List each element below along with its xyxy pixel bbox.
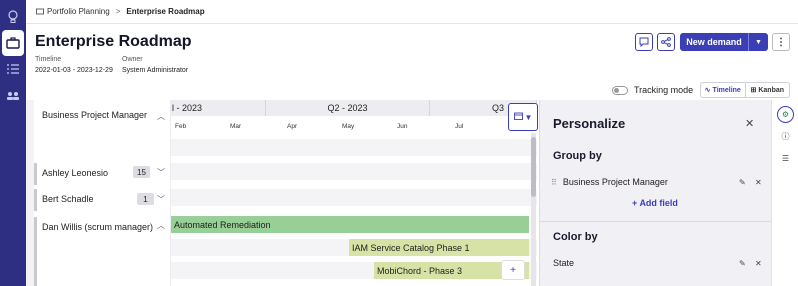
month-label: Feb [175,122,187,130]
breadcrumb-parent[interactable]: Portfolio Planning [47,7,110,16]
lightbulb-icon[interactable] [0,4,26,30]
group-row-ashley[interactable]: Ashley Leonesio [34,163,171,185]
owner-label: Owner [122,56,143,63]
portfolio-briefcase-icon[interactable] [2,30,24,56]
owner-value: System Administrator [122,67,189,74]
timeline-label: Timeline [35,56,62,63]
group-count-badge: 1 [137,193,154,205]
group-column-gutter [26,100,34,286]
color-by-field-label: State [553,258,575,268]
group-by-heading: Group by [553,150,602,162]
add-field-link[interactable]: + Add field [632,198,678,208]
view-switcher: ∿ Timeline ⊞ Kanban [700,82,790,98]
group-column-header: Business Project Manager [42,110,148,120]
chevron-down-icon[interactable]: ﹀ [157,194,165,205]
group-by-field[interactable]: ⠿ Business Project Manager ✎ ✕ [551,172,762,192]
group-name: Dan Willis (scrum manager) [42,222,154,232]
calendar-zoom-button[interactable]: ▼ [508,103,538,131]
share-icon [661,37,671,47]
portfolio-icon [36,7,44,17]
month-label: Jun [397,122,408,130]
side-panel-rail: ⚙ ⓘ ☰ [771,100,798,286]
tracking-mode[interactable]: Tracking mode [612,85,693,95]
quarter-header: l - 2023 [171,100,266,116]
edit-icon[interactable]: ✎ [739,259,746,268]
owner-meta: Owner System Administrator [122,56,188,74]
close-icon[interactable]: ✕ [745,117,754,130]
timeline-scrollbar[interactable] [531,133,536,286]
breadcrumb-separator: > [115,7,121,16]
view-kanban-label: Kanban [758,86,785,94]
add-item-button[interactable]: + [501,260,525,280]
remove-icon[interactable]: ✕ [755,178,762,187]
roadmap-bar[interactable]: IAM Service Catalog Phase 1 [349,239,529,256]
more-options-button[interactable]: ⋮ [772,33,790,51]
plus-icon: + [510,264,516,276]
drag-handle-icon[interactable]: ⠿ [551,178,557,187]
view-timeline-label: Timeline [712,86,741,94]
personalize-panel: Personalize ✕ Group by ⠿ Business Projec… [539,100,772,286]
timeline-row [171,189,537,206]
timeline-value: 2022-01-03 - 2023-12-29 [35,67,113,74]
calendar-icon [513,112,523,122]
month-label: Mar [230,122,242,130]
more-vertical-icon: ⋮ [776,36,786,48]
month-label: May [342,122,355,130]
remove-icon[interactable]: ✕ [755,259,762,268]
breadcrumb: Portfolio Planning > Enterprise Roadmap [26,0,798,24]
timeline-icon: ∿ [704,87,711,94]
chevron-down-icon[interactable]: ﹀ [157,167,165,178]
group-by-field-label: Business Project Manager [562,177,668,187]
color-by-heading: Color by [553,231,598,243]
new-demand-label[interactable]: New demand [680,33,749,51]
group-count-badge: 15 [133,166,150,178]
chevron-up-icon[interactable]: ︿ [157,111,165,122]
page-title: Enterprise Roadmap [35,33,192,50]
color-by-field[interactable]: State ✎ ✕ [551,253,762,273]
edit-icon[interactable]: ✎ [739,178,746,187]
settings-gear-icon[interactable]: ⚙ [777,106,794,123]
timeline-row [171,163,537,180]
team-icon[interactable] [0,83,26,109]
personalize-title: Personalize [553,116,626,131]
month-label: Jul [455,122,464,130]
chevron-down-icon[interactable]: ▼ [749,33,768,51]
tracking-mode-label: Tracking mode [634,85,694,95]
comment-icon [639,37,649,47]
breadcrumb-current: Enterprise Roadmap [126,7,205,16]
tracking-mode-toggle[interactable] [612,85,628,95]
share-button[interactable] [657,33,675,51]
app-rail [0,0,26,286]
timeline-row [171,139,537,156]
group-row-dan[interactable]: Dan Willis (scrum manager) [34,217,154,286]
month-label: Apr [287,122,298,130]
timeline-grid: l - 2023 Q2 - 2023 Q3 Feb Mar Apr May Ju… [171,100,537,286]
list-icon[interactable]: ☰ [777,150,794,167]
kanban-icon: ⊞ [750,87,757,94]
new-demand-button[interactable]: New demand ▼ [680,33,768,51]
group-name: Ashley Leonesio [42,168,109,178]
timeline-meta: Timeline 2022-01-03 - 2023-12-29 [35,56,113,74]
comment-button[interactable] [635,33,653,51]
view-kanban-button[interactable]: ⊞ Kanban [746,83,790,97]
caret-down-icon: ▼ [524,112,533,122]
group-name: Bert Schadle [42,194,94,204]
chevron-up-icon[interactable]: ︿ [157,220,165,231]
quarter-header: Q2 - 2023 [266,100,430,116]
section-divider [540,221,772,222]
info-icon[interactable]: ⓘ [777,128,794,145]
view-timeline-button[interactable]: ∿ Timeline [701,83,746,97]
add-field-label: Add field [639,198,678,208]
list-icon[interactable] [0,56,26,82]
roadmap-bar[interactable]: Automated Remediation [171,216,529,233]
